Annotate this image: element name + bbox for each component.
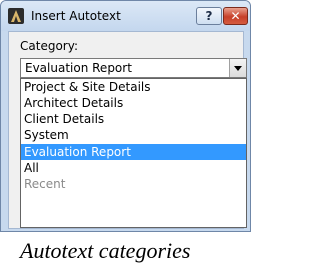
close-button[interactable]: ✕: [223, 7, 248, 25]
category-select[interactable]: Evaluation Report: [20, 58, 247, 78]
option-project-site-details[interactable]: Project & Site Details: [21, 79, 246, 95]
option-system[interactable]: System: [21, 127, 246, 143]
category-dropdown-list[interactable]: Project & Site Details Architect Details…: [20, 78, 247, 228]
insert-autotext-dialog: Insert Autotext ? ✕ Category: Evaluation…: [0, 0, 251, 232]
option-recent: Recent: [24, 177, 66, 191]
option-architect-details[interactable]: Architect Details: [21, 95, 246, 111]
dropdown-arrow-icon[interactable]: [229, 59, 246, 77]
category-label: Category:: [20, 39, 78, 53]
category-select-value: Evaluation Report: [25, 61, 132, 75]
option-all[interactable]: All: [21, 160, 246, 176]
help-icon: ?: [205, 9, 213, 23]
app-icon: [8, 8, 24, 24]
dialog-title: Insert Autotext: [31, 9, 121, 23]
dialog-body: Category: Evaluation Report Project & Si…: [8, 31, 247, 229]
figure-caption: Autotext categories: [20, 238, 191, 263]
close-icon: ✕: [230, 9, 241, 23]
option-client-details[interactable]: Client Details: [21, 111, 246, 127]
option-evaluation-report[interactable]: Evaluation Report: [21, 144, 246, 160]
help-button[interactable]: ?: [196, 7, 222, 25]
title-bar[interactable]: Insert Autotext ? ✕: [1, 1, 250, 31]
